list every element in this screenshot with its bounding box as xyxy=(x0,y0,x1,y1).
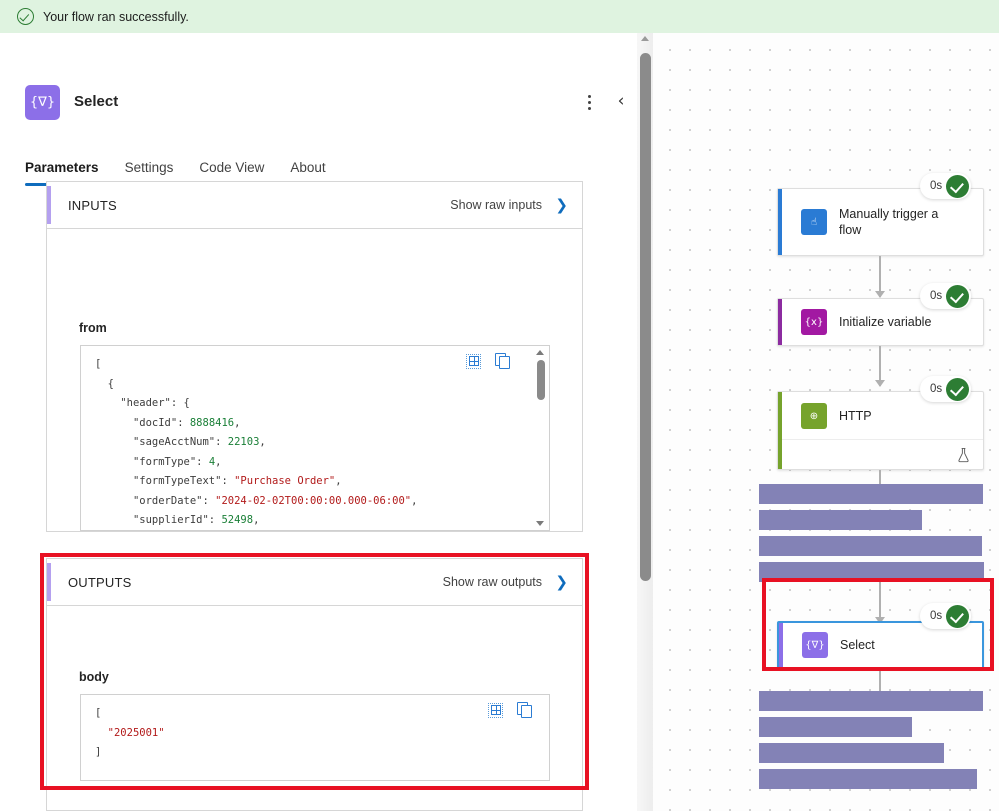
node-label: Select xyxy=(840,638,875,652)
tab-settings[interactable]: Settings xyxy=(112,151,187,183)
node-label: Initialize variable xyxy=(839,315,932,329)
redacted-block xyxy=(759,484,983,504)
node-accent-bar xyxy=(779,623,783,667)
beaker-icon[interactable] xyxy=(956,447,971,463)
manual-trigger-icon: ☝ xyxy=(801,209,827,235)
duration-label: 0s xyxy=(930,180,943,192)
body-code-text: [ "2025001" ] xyxy=(95,707,165,758)
outputs-section-header: OUTPUTS Show raw outputs ❯ xyxy=(47,559,582,606)
scrollbar-thumb[interactable] xyxy=(536,360,545,400)
select-action-icon: {∇} xyxy=(802,632,828,658)
success-check-icon xyxy=(946,284,970,308)
inputs-section-header: INPUTS Show raw inputs ❯ xyxy=(47,182,582,229)
http-node-footer xyxy=(782,439,983,469)
show-raw-inputs-link[interactable]: Show raw inputs xyxy=(450,198,542,212)
outputs-code-tools xyxy=(488,702,533,718)
flow-canvas[interactable]: 0s ☝ Manually trigger a flow 0s {x} Init… xyxy=(653,33,999,811)
success-check-icon xyxy=(946,377,970,401)
success-check-icon xyxy=(946,174,970,198)
chevron-right-icon[interactable]: ❯ xyxy=(555,196,568,214)
globe-icon: ⊕ xyxy=(801,403,827,429)
arrow-head-icon xyxy=(875,380,885,387)
page-title: Select xyxy=(74,93,119,110)
redacted-block xyxy=(759,691,983,711)
outputs-accent-bar xyxy=(47,563,51,601)
more-options-icon[interactable] xyxy=(578,89,600,115)
scroll-up-arrow-icon[interactable] xyxy=(641,36,649,41)
tab-parameters[interactable]: Parameters xyxy=(25,151,112,186)
inputs-section: INPUTS Show raw inputs ❯ from [ { "heade… xyxy=(46,181,583,532)
from-field-label: from xyxy=(79,321,107,335)
variable-icon: {x} xyxy=(801,309,827,335)
flow-node-http[interactable]: ⊕ HTTP xyxy=(777,391,984,470)
flow-connector xyxy=(875,346,885,387)
body-code-box[interactable]: [ "2025001" ] xyxy=(80,694,550,781)
inputs-code-tools xyxy=(466,353,511,369)
node-label: HTTP xyxy=(839,409,872,423)
action-detail-pane: {∇} Select ‹ Parameters Settings Code Vi… xyxy=(0,33,637,811)
grid-view-icon[interactable] xyxy=(488,702,503,718)
redacted-block xyxy=(759,510,922,530)
node-accent-bar xyxy=(778,299,782,345)
copy-icon[interactable] xyxy=(517,702,533,718)
from-code-text: [ { "header": { "docId": 8888416, "sageA… xyxy=(95,358,418,526)
redacted-block xyxy=(759,717,912,737)
arrow-head-icon xyxy=(875,291,885,298)
outputs-title: OUTPUTS xyxy=(68,574,132,590)
select-action-icon: {∇} xyxy=(25,85,60,120)
node-label: Manually trigger a flow xyxy=(839,207,939,237)
tab-code-view[interactable]: Code View xyxy=(186,151,277,183)
flow-connector xyxy=(875,256,885,298)
grid-view-icon[interactable] xyxy=(466,353,481,369)
copy-icon[interactable] xyxy=(495,353,511,369)
inputs-code-scrollbar[interactable] xyxy=(535,350,546,526)
pane-header: {∇} Select ‹ xyxy=(0,33,637,120)
tab-about[interactable]: About xyxy=(277,151,338,183)
collapse-panel-icon[interactable]: ‹ xyxy=(608,88,634,114)
status-badge: 0s xyxy=(920,376,972,402)
banner-text: Your flow ran successfully. xyxy=(43,9,189,24)
redacted-block xyxy=(759,769,977,789)
body-field-label: body xyxy=(79,670,109,684)
outputs-section: OUTPUTS Show raw outputs ❯ body [ "20250… xyxy=(46,558,583,811)
status-badge: 0s xyxy=(920,603,972,629)
scroll-down-arrow-icon[interactable] xyxy=(536,521,544,526)
redacted-block xyxy=(759,536,982,556)
check-circle-icon xyxy=(17,8,34,25)
flow-status-banner: Your flow ran successfully. xyxy=(0,0,999,33)
status-badge: 0s xyxy=(920,283,972,309)
show-raw-outputs-link[interactable]: Show raw outputs xyxy=(443,575,542,589)
from-code-box[interactable]: [ { "header": { "docId": 8888416, "sageA… xyxy=(80,345,550,531)
redacted-block xyxy=(759,743,944,763)
detail-pane-scrollbar[interactable] xyxy=(637,33,653,811)
status-badge: 0s xyxy=(920,173,972,199)
chevron-right-icon[interactable]: ❯ xyxy=(555,573,568,591)
duration-label: 0s xyxy=(930,610,943,622)
node-accent-bar xyxy=(778,189,782,255)
inputs-accent-bar xyxy=(47,186,51,224)
flow-connector xyxy=(875,582,885,624)
redacted-block xyxy=(759,562,984,582)
scrollbar-thumb[interactable] xyxy=(639,53,651,581)
scroll-up-arrow-icon[interactable] xyxy=(536,350,544,355)
inputs-title: INPUTS xyxy=(68,197,117,213)
duration-label: 0s xyxy=(930,383,943,395)
success-check-icon xyxy=(946,604,970,628)
duration-label: 0s xyxy=(930,290,943,302)
